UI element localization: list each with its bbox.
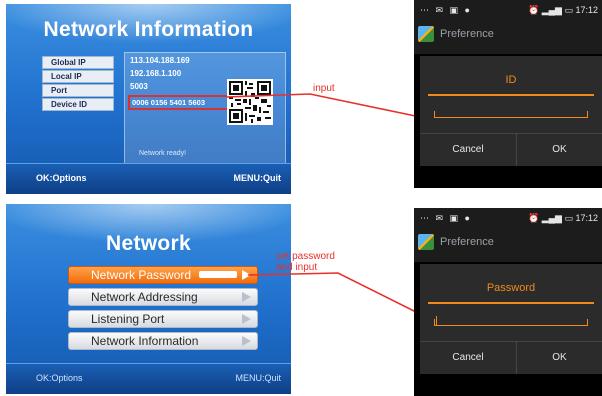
dialog-buttons: Cancel OK [420, 341, 602, 374]
app-title: Preference [440, 28, 494, 40]
id-input-field[interactable] [434, 111, 588, 118]
id-dialog: ID Cancel OK [420, 56, 602, 166]
app-icon [418, 26, 434, 42]
password-input-field[interactable] [434, 319, 588, 326]
app-title: Preference [440, 236, 494, 248]
battery-icon: ▭ [564, 213, 573, 223]
alarm-icon: ⏰ [527, 213, 540, 223]
alarm-icon: ⏰ [527, 5, 540, 15]
arrow-to-id-dialog [225, 93, 427, 123]
annotation-and-input: and input [276, 262, 318, 273]
app-icon [418, 234, 434, 250]
cancel-button[interactable]: Cancel [420, 342, 517, 374]
text-cursor [436, 316, 437, 326]
dialog-title-divider [428, 302, 594, 304]
notification-icons: ⋯ ✉ ▣ ● [420, 5, 472, 15]
notification-icons: ⋯ ✉ ▣ ● [420, 213, 472, 223]
dialog-title: ID [505, 74, 517, 86]
app-header: Preference [414, 20, 602, 54]
status-right: ⏰ ▂▄▆ ▭ 17:12 [528, 213, 598, 224]
annotation-set-password: set password [276, 251, 335, 262]
status-bar: ⋯ ✉ ▣ ● ⏰ ▂▄▆ ▭ 17:12 [414, 0, 602, 20]
ok-button[interactable]: OK [517, 134, 602, 166]
status-bar: ⋯ ✉ ▣ ● ⏰ ▂▄▆ ▭ 17:12 [414, 208, 602, 228]
status-time: 17:12 [575, 5, 598, 15]
dialog-title: Password [486, 282, 536, 294]
battery-icon: ▭ [564, 5, 573, 15]
phone-password-screen: ⋯ ✉ ▣ ● ⏰ ▂▄▆ ▭ 17:12 Preference Passwor… [414, 208, 602, 396]
signal-icon: ▂▄▆ [541, 213, 562, 223]
ok-button[interactable]: OK [517, 342, 602, 374]
status-time: 17:12 [575, 213, 598, 223]
dialog-title-divider [428, 94, 594, 96]
status-right: ⏰ ▂▄▆ ▭ 17:12 [528, 5, 598, 16]
cancel-button[interactable]: Cancel [420, 134, 517, 166]
phone-id-screen: ⋯ ✉ ▣ ● ⏰ ▂▄▆ ▭ 17:12 Preference ID Canc… [414, 0, 602, 188]
arrow-to-password-dialog [247, 272, 434, 322]
dialog-buttons: Cancel OK [420, 133, 602, 166]
app-header: Preference [414, 228, 602, 262]
signal-icon: ▂▄▆ [541, 5, 562, 15]
annotation-input: input [313, 83, 335, 94]
password-dialog: Password Cancel OK [420, 264, 602, 374]
